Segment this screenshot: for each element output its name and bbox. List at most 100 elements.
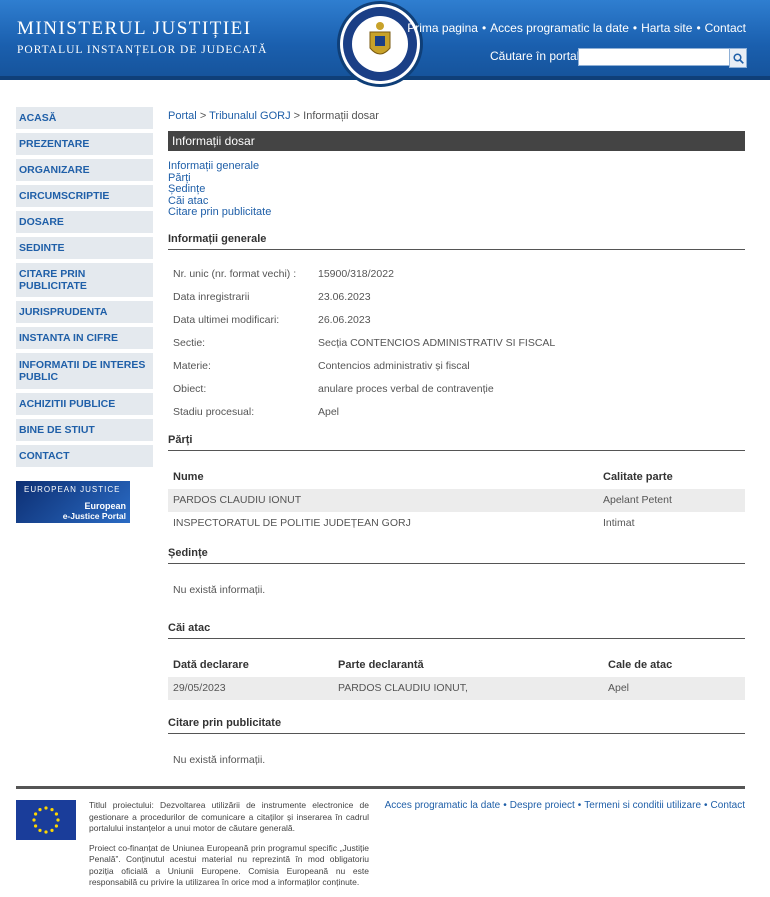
info-row: Data inregistrarii 23.06.2023: [168, 286, 745, 309]
breadcrumb: Portal > Tribunalul GORJ > Informații do…: [168, 110, 379, 122]
top-link-contact[interactable]: Contact: [705, 21, 746, 35]
info-value: anulare proces verbal de contravenție: [318, 383, 494, 395]
info-key: Obiect:: [173, 383, 207, 395]
anchor-sedinte[interactable]: Ședințe: [168, 183, 205, 195]
brand[interactable]: MINISTERUL JUSTIȚIEI PORTALUL INSTANȚELO…: [17, 18, 267, 56]
table-cell: INSPECTORATUL DE POLITIE JUDEȚEAN GORJ: [173, 517, 411, 529]
footer-link-terms[interactable]: Termeni si conditii utilizare: [584, 800, 701, 811]
sidebar-item-circumscriptie[interactable]: CIRCUMSCRIPTIE: [16, 185, 153, 207]
ejustice-line1: European: [84, 501, 126, 511]
info-key: Stadiu procesual:: [173, 406, 255, 418]
breadcrumb-court[interactable]: Tribunalul GORJ: [209, 110, 291, 122]
section-heading-sedinte: Ședințe: [168, 547, 745, 564]
table-cell: PARDOS CLAUDIU IONUT,: [333, 676, 603, 700]
sidebar-item-contact[interactable]: CONTACT: [16, 445, 153, 467]
main-content: Portal > Tribunalul GORJ > Informații do…: [168, 110, 745, 766]
info-key: Data inregistrarii: [173, 291, 250, 303]
sidebar-item-sedinte[interactable]: SEDINTE: [16, 237, 153, 259]
top-link-home[interactable]: Prima pagina: [407, 21, 478, 35]
section-heading-parti: Părți: [168, 434, 745, 451]
eu-flag-icon: [16, 800, 76, 840]
info-row: Data ultimei modificari: 26.06.2023: [168, 309, 745, 332]
search-input[interactable]: [578, 48, 730, 66]
info-row: Materie: Contencios administrativ și fisc…: [168, 355, 745, 378]
column-header: Parte declarantă: [338, 658, 424, 671]
breadcrumb-current: Informații dosar: [303, 110, 379, 122]
anchor-parti[interactable]: Părți: [168, 172, 191, 184]
sidebar-item-informatii-interes-public[interactable]: INFORMATII DE INTERES PUBLIC: [16, 353, 153, 389]
info-key: Nr. unic (nr. format vechi) :: [173, 268, 297, 280]
column-header: Calitate parte: [603, 470, 673, 483]
info-key: Materie:: [173, 360, 211, 372]
table-row: 29/05/2023 PARDOS CLAUDIU IONUT, Apel: [168, 676, 745, 700]
info-value: Contencios administrativ și fiscal: [318, 360, 470, 372]
sidebar-item-jurisprudenta[interactable]: JURISPRUDENTA: [16, 301, 153, 323]
footer-link-contact[interactable]: Contact: [711, 800, 745, 811]
site-header: MINISTERUL JUSTIȚIEI PORTALUL INSTANȚELO…: [0, 0, 770, 84]
info-value: Secția CONTENCIOS ADMINISTRATIV SI FISCA…: [318, 337, 556, 349]
anchor-citare[interactable]: Citare prin publicitate: [168, 206, 271, 218]
section-heading-citare: Citare prin publicitate: [168, 717, 745, 734]
info-row: Obiect: anulare proces verbal de contrave…: [168, 378, 745, 401]
breadcrumb-portal[interactable]: Portal: [168, 110, 197, 122]
sidebar-item-prezentare[interactable]: PREZENTARE: [16, 133, 153, 155]
info-value: 26.06.2023: [318, 314, 371, 326]
column-header: Dată declarare: [173, 658, 249, 671]
table-cell: Intimat: [603, 517, 635, 529]
ministry-seal-icon: [340, 4, 420, 84]
search-icon: [732, 52, 744, 64]
info-key: Sectie:: [173, 337, 206, 349]
table-header-row: Dată declarare Parte declarantă Cale de …: [168, 653, 745, 677]
ejustice-banner[interactable]: EUROPEAN JUSTICE European e-Justice Port…: [16, 481, 130, 523]
table-cell: 29/05/2023: [168, 676, 333, 700]
footer-link-api[interactable]: Acces programatic la date: [385, 800, 501, 811]
sidebar-item-citare[interactable]: CITARE PRIN PUBLICITATE: [16, 263, 153, 297]
top-links: Prima pagina • Acces programatic la date • H…: [407, 21, 746, 35]
citare-empty-message: Nu există informații.: [173, 753, 266, 766]
column-header: Cale de atac: [608, 658, 673, 671]
parties-table: Nume Calitate parte PARDOS CLAUDIU IONUT…: [168, 465, 745, 535]
ejustice-logo-text: EUROPEAN JUSTICE: [24, 485, 121, 494]
ejustice-line2: e-Justice Portal: [62, 511, 126, 521]
anchor-cai-atac[interactable]: Căi atac: [168, 195, 208, 207]
info-row: Sectie: Secția CONTENCIOS ADMINISTRATIV S…: [168, 332, 745, 355]
sidebar-item-bine-de-stiut[interactable]: BINE DE STIUT: [16, 419, 153, 441]
sidebar-item-instanta-in-cifre[interactable]: INSTANTA IN CIFRE: [16, 327, 153, 349]
table-cell: Apelant Petent: [598, 488, 745, 512]
footer-project-text: Titlul proiectului: Dezvoltarea utilizăr…: [89, 800, 369, 897]
page-title: Informații dosar: [168, 131, 745, 151]
general-info-list: Nr. unic (nr. format vechi) : 15900/318/2…: [168, 263, 745, 424]
info-row: Stadiu procesual: Apel: [168, 401, 745, 424]
info-value: 23.06.2023: [318, 291, 371, 303]
footer-links: Acces programatic la date • Despre proiect…: [384, 800, 745, 811]
sedinte-empty-message: Nu există informații.: [173, 583, 266, 596]
sidebar-item-organizare[interactable]: ORGANIZARE: [16, 159, 153, 181]
info-row: Nr. unic (nr. format vechi) : 15900/318/2…: [168, 263, 745, 286]
anchor-informatii-generale[interactable]: Informații generale: [168, 160, 259, 172]
footer-paragraph: Titlul proiectului: Dezvoltarea utilizăr…: [89, 800, 369, 833]
sidebar-item-achizitii[interactable]: ACHIZITII PUBLICE: [16, 393, 153, 415]
info-value: 15900/318/2022: [318, 268, 394, 280]
top-link-api[interactable]: Acces programatic la date: [490, 21, 629, 35]
top-link-sitemap[interactable]: Harta site: [641, 21, 692, 35]
table-row: INSPECTORATUL DE POLITIE JUDEȚEAN GORJ I…: [168, 512, 745, 535]
section-heading-general: Informații generale: [168, 233, 745, 250]
info-key: Data ultimei modificari:: [173, 314, 280, 326]
appeals-table: Dată declarare Parte declarantă Cale de …: [168, 653, 745, 700]
search-button[interactable]: [729, 48, 747, 68]
sidebar-nav: ACASĂ PREZENTARE ORGANIZARE CIRCUMSCRIPT…: [16, 107, 153, 523]
info-value: Apel: [318, 406, 340, 418]
sidebar-item-dosare[interactable]: DOSARE: [16, 211, 153, 233]
sidebar-item-acasa[interactable]: ACASĂ: [16, 107, 153, 129]
table-header-row: Nume Calitate parte: [168, 465, 745, 489]
table-cell: Apel: [603, 676, 745, 700]
table-cell: PARDOS CLAUDIU IONUT: [168, 488, 598, 512]
footer-paragraph: Proiect co-finanțat de Uniunea Europeană…: [89, 842, 369, 888]
column-header: Nume: [173, 470, 204, 483]
brand-title: MINISTERUL JUSTIȚIEI: [17, 18, 252, 39]
footer-divider: [16, 786, 745, 789]
section-anchors: Informații generale Părți Ședințe Căi at…: [168, 160, 745, 219]
footer-link-about[interactable]: Despre proiect: [510, 800, 575, 811]
search-label: Căutare în portal: [490, 49, 580, 63]
table-row: PARDOS CLAUDIU IONUT Apelant Petent: [168, 488, 745, 512]
